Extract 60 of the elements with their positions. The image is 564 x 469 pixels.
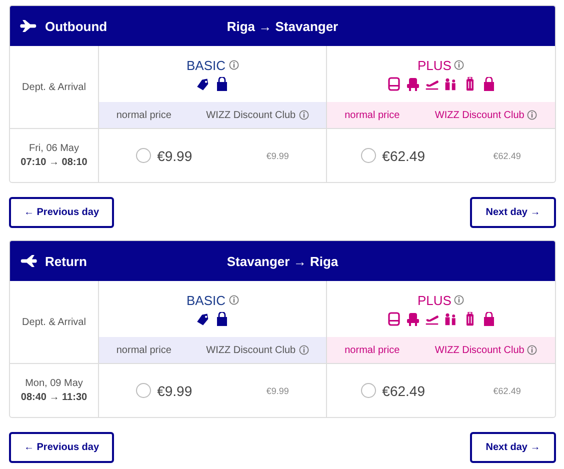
flight-date: Mon, 09 May <box>25 378 83 389</box>
fare-name: BASIC <box>186 292 226 308</box>
price-type-label: normal price <box>116 110 172 120</box>
previous-day-button[interactable]: ← Previous day <box>9 432 114 463</box>
bag-icon <box>482 76 496 90</box>
info-icon[interactable] <box>454 60 464 70</box>
next-day-button[interactable]: Next day → <box>470 432 556 463</box>
price-type-label: normal price <box>344 344 400 356</box>
radio-button[interactable] <box>361 383 376 398</box>
tag-icon <box>196 312 210 326</box>
seat-icon <box>406 76 420 90</box>
flight-date: Fri, 06 May <box>28 143 79 154</box>
seat-icon <box>406 312 420 326</box>
flight-times: 08:40 → 11:30 <box>20 392 88 403</box>
fare-price: €62.49 <box>382 148 425 164</box>
price-type-label: WIZZ Discount Club <box>206 344 296 356</box>
fare-price: €9.99 <box>157 148 192 164</box>
price-type-label: normal price <box>344 110 400 120</box>
club-price: €9.99 <box>266 150 289 160</box>
route-title: Riga → Stavanger <box>226 18 340 34</box>
direction-label: Return <box>45 254 87 268</box>
direction-label: Outbound <box>45 18 108 34</box>
info-icon[interactable] <box>527 110 538 120</box>
info-icon[interactable] <box>228 60 238 70</box>
info-icon[interactable] <box>228 295 238 305</box>
route-title: Stavanger → Riga <box>226 254 340 268</box>
fare-price: €62.49 <box>382 382 425 398</box>
radio-button[interactable] <box>136 148 152 163</box>
info-icon[interactable] <box>298 345 309 355</box>
price-type-label: WIZZ Discount Club <box>206 110 296 120</box>
info-icon[interactable] <box>298 110 309 120</box>
seat-icon <box>386 76 400 90</box>
dept-arrival-label: Dept. & Arrival <box>22 316 86 328</box>
price-type-label: WIZZ Discount Club <box>434 344 524 356</box>
price-type-label: normal price <box>116 344 172 356</box>
flight-times: 07:10 → 08:10 <box>20 157 88 168</box>
club-price: €62.49 <box>493 150 521 160</box>
dept-arrival-label: Dept. & Arrival <box>22 82 86 92</box>
fare-name: PLUS <box>418 58 452 72</box>
info-icon[interactable] <box>454 295 464 305</box>
radio-button[interactable] <box>136 383 152 398</box>
people-icon <box>444 76 458 90</box>
fare-name: BASIC <box>186 58 226 72</box>
fare-price: €9.99 <box>157 382 192 398</box>
tag-icon <box>196 76 210 90</box>
people-icon <box>444 312 458 326</box>
seat-icon <box>386 312 400 326</box>
info-icon[interactable] <box>527 345 538 355</box>
airplane-icon <box>20 254 37 268</box>
radio-button[interactable] <box>361 148 376 163</box>
price-type-label: WIZZ Discount Club <box>434 110 524 120</box>
bag-icon <box>482 312 496 326</box>
bag-icon <box>215 76 229 90</box>
fare-name: PLUS <box>418 292 452 308</box>
club-price: €9.99 <box>266 386 289 396</box>
bag-icon <box>215 312 229 326</box>
airplane-icon <box>20 19 37 33</box>
previous-day-button[interactable]: ← Previous day <box>9 197 114 228</box>
club-price: €62.49 <box>493 386 521 396</box>
next-day-button[interactable]: Next day → <box>470 197 556 228</box>
